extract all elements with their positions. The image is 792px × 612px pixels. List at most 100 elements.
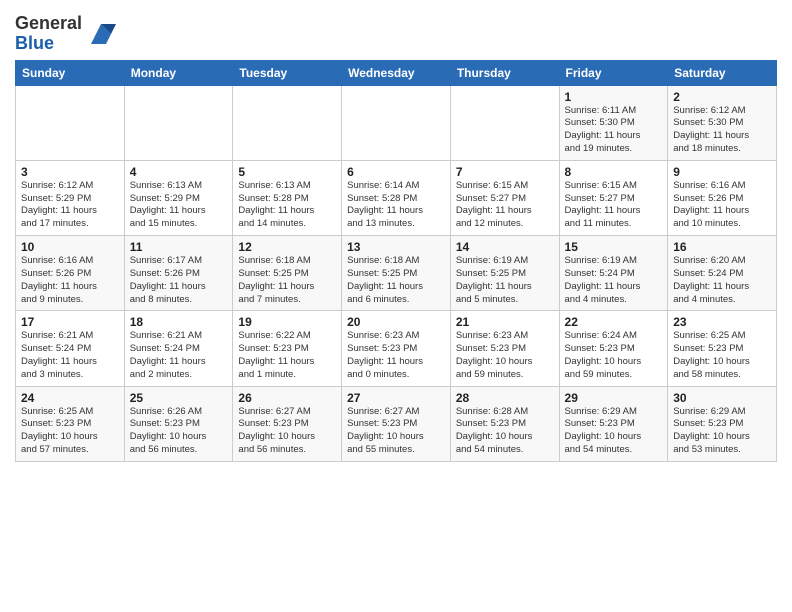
- calendar-cell: 12Sunrise: 6:18 AM Sunset: 5:25 PM Dayli…: [233, 236, 342, 311]
- day-detail: Sunrise: 6:12 AM Sunset: 5:30 PM Dayligh…: [673, 105, 771, 156]
- day-detail: Sunrise: 6:19 AM Sunset: 5:24 PM Dayligh…: [565, 255, 663, 306]
- day-detail: Sunrise: 6:29 AM Sunset: 5:23 PM Dayligh…: [565, 406, 663, 457]
- day-detail: Sunrise: 6:25 AM Sunset: 5:23 PM Dayligh…: [21, 406, 119, 457]
- day-detail: Sunrise: 6:27 AM Sunset: 5:23 PM Dayligh…: [238, 406, 336, 457]
- calendar-cell: 27Sunrise: 6:27 AM Sunset: 5:23 PM Dayli…: [342, 386, 451, 461]
- day-number: 8: [565, 165, 663, 179]
- day-number: 7: [456, 165, 554, 179]
- day-number: 5: [238, 165, 336, 179]
- calendar-cell: 19Sunrise: 6:22 AM Sunset: 5:23 PM Dayli…: [233, 311, 342, 386]
- calendar-table: SundayMondayTuesdayWednesdayThursdayFrid…: [15, 60, 777, 462]
- logo-icon: [86, 19, 116, 49]
- calendar-cell: 8Sunrise: 6:15 AM Sunset: 5:27 PM Daylig…: [559, 160, 668, 235]
- calendar-cell: 21Sunrise: 6:23 AM Sunset: 5:23 PM Dayli…: [450, 311, 559, 386]
- day-number: 26: [238, 391, 336, 405]
- day-detail: Sunrise: 6:21 AM Sunset: 5:24 PM Dayligh…: [130, 330, 228, 381]
- day-number: 24: [21, 391, 119, 405]
- day-number: 30: [673, 391, 771, 405]
- day-number: 19: [238, 315, 336, 329]
- day-detail: Sunrise: 6:15 AM Sunset: 5:27 PM Dayligh…: [565, 180, 663, 231]
- calendar-header: SundayMondayTuesdayWednesdayThursdayFrid…: [16, 60, 777, 85]
- calendar-cell: 6Sunrise: 6:14 AM Sunset: 5:28 PM Daylig…: [342, 160, 451, 235]
- day-detail: Sunrise: 6:13 AM Sunset: 5:29 PM Dayligh…: [130, 180, 228, 231]
- day-detail: Sunrise: 6:27 AM Sunset: 5:23 PM Dayligh…: [347, 406, 445, 457]
- calendar-cell: 24Sunrise: 6:25 AM Sunset: 5:23 PM Dayli…: [16, 386, 125, 461]
- day-detail: Sunrise: 6:23 AM Sunset: 5:23 PM Dayligh…: [456, 330, 554, 381]
- calendar-cell: 28Sunrise: 6:28 AM Sunset: 5:23 PM Dayli…: [450, 386, 559, 461]
- day-detail: Sunrise: 6:12 AM Sunset: 5:29 PM Dayligh…: [21, 180, 119, 231]
- weekday-header: Saturday: [668, 60, 777, 85]
- day-number: 6: [347, 165, 445, 179]
- day-number: 16: [673, 240, 771, 254]
- weekday-header: Wednesday: [342, 60, 451, 85]
- day-number: 4: [130, 165, 228, 179]
- day-number: 1: [565, 90, 663, 104]
- day-detail: Sunrise: 6:17 AM Sunset: 5:26 PM Dayligh…: [130, 255, 228, 306]
- calendar-cell: 26Sunrise: 6:27 AM Sunset: 5:23 PM Dayli…: [233, 386, 342, 461]
- day-detail: Sunrise: 6:18 AM Sunset: 5:25 PM Dayligh…: [347, 255, 445, 306]
- day-detail: Sunrise: 6:22 AM Sunset: 5:23 PM Dayligh…: [238, 330, 336, 381]
- weekday-header: Thursday: [450, 60, 559, 85]
- weekday-row: SundayMondayTuesdayWednesdayThursdayFrid…: [16, 60, 777, 85]
- calendar-cell: 23Sunrise: 6:25 AM Sunset: 5:23 PM Dayli…: [668, 311, 777, 386]
- calendar-cell: 17Sunrise: 6:21 AM Sunset: 5:24 PM Dayli…: [16, 311, 125, 386]
- calendar-cell: 5Sunrise: 6:13 AM Sunset: 5:28 PM Daylig…: [233, 160, 342, 235]
- day-number: 13: [347, 240, 445, 254]
- calendar-cell: 10Sunrise: 6:16 AM Sunset: 5:26 PM Dayli…: [16, 236, 125, 311]
- calendar-cell: 30Sunrise: 6:29 AM Sunset: 5:23 PM Dayli…: [668, 386, 777, 461]
- calendar-cell: [450, 85, 559, 160]
- day-detail: Sunrise: 6:18 AM Sunset: 5:25 PM Dayligh…: [238, 255, 336, 306]
- calendar-week-row: 1Sunrise: 6:11 AM Sunset: 5:30 PM Daylig…: [16, 85, 777, 160]
- day-detail: Sunrise: 6:25 AM Sunset: 5:23 PM Dayligh…: [673, 330, 771, 381]
- day-detail: Sunrise: 6:26 AM Sunset: 5:23 PM Dayligh…: [130, 406, 228, 457]
- day-number: 12: [238, 240, 336, 254]
- day-number: 3: [21, 165, 119, 179]
- day-number: 11: [130, 240, 228, 254]
- day-number: 29: [565, 391, 663, 405]
- calendar-cell: 20Sunrise: 6:23 AM Sunset: 5:23 PM Dayli…: [342, 311, 451, 386]
- day-detail: Sunrise: 6:13 AM Sunset: 5:28 PM Dayligh…: [238, 180, 336, 231]
- calendar-cell: 15Sunrise: 6:19 AM Sunset: 5:24 PM Dayli…: [559, 236, 668, 311]
- day-detail: Sunrise: 6:11 AM Sunset: 5:30 PM Dayligh…: [565, 105, 663, 156]
- calendar-week-row: 24Sunrise: 6:25 AM Sunset: 5:23 PM Dayli…: [16, 386, 777, 461]
- calendar-cell: 18Sunrise: 6:21 AM Sunset: 5:24 PM Dayli…: [124, 311, 233, 386]
- logo-blue: Blue: [15, 34, 82, 54]
- calendar-cell: 25Sunrise: 6:26 AM Sunset: 5:23 PM Dayli…: [124, 386, 233, 461]
- logo: General Blue: [15, 14, 116, 54]
- day-detail: Sunrise: 6:20 AM Sunset: 5:24 PM Dayligh…: [673, 255, 771, 306]
- day-detail: Sunrise: 6:28 AM Sunset: 5:23 PM Dayligh…: [456, 406, 554, 457]
- calendar-cell: 2Sunrise: 6:12 AM Sunset: 5:30 PM Daylig…: [668, 85, 777, 160]
- day-number: 25: [130, 391, 228, 405]
- calendar-cell: 29Sunrise: 6:29 AM Sunset: 5:23 PM Dayli…: [559, 386, 668, 461]
- day-number: 17: [21, 315, 119, 329]
- calendar-cell: 22Sunrise: 6:24 AM Sunset: 5:23 PM Dayli…: [559, 311, 668, 386]
- page-header: General Blue: [15, 10, 777, 54]
- day-number: 22: [565, 315, 663, 329]
- day-detail: Sunrise: 6:15 AM Sunset: 5:27 PM Dayligh…: [456, 180, 554, 231]
- calendar-cell: 13Sunrise: 6:18 AM Sunset: 5:25 PM Dayli…: [342, 236, 451, 311]
- calendar-cell: 7Sunrise: 6:15 AM Sunset: 5:27 PM Daylig…: [450, 160, 559, 235]
- day-detail: Sunrise: 6:16 AM Sunset: 5:26 PM Dayligh…: [21, 255, 119, 306]
- calendar-cell: 14Sunrise: 6:19 AM Sunset: 5:25 PM Dayli…: [450, 236, 559, 311]
- logo-text: General Blue: [15, 14, 82, 54]
- weekday-header: Tuesday: [233, 60, 342, 85]
- calendar-body: 1Sunrise: 6:11 AM Sunset: 5:30 PM Daylig…: [16, 85, 777, 461]
- day-number: 20: [347, 315, 445, 329]
- day-detail: Sunrise: 6:16 AM Sunset: 5:26 PM Dayligh…: [673, 180, 771, 231]
- day-detail: Sunrise: 6:24 AM Sunset: 5:23 PM Dayligh…: [565, 330, 663, 381]
- weekday-header: Sunday: [16, 60, 125, 85]
- day-detail: Sunrise: 6:19 AM Sunset: 5:25 PM Dayligh…: [456, 255, 554, 306]
- calendar-cell: 9Sunrise: 6:16 AM Sunset: 5:26 PM Daylig…: [668, 160, 777, 235]
- weekday-header: Friday: [559, 60, 668, 85]
- day-number: 23: [673, 315, 771, 329]
- logo-general: General: [15, 14, 82, 34]
- calendar-week-row: 10Sunrise: 6:16 AM Sunset: 5:26 PM Dayli…: [16, 236, 777, 311]
- calendar-cell: 3Sunrise: 6:12 AM Sunset: 5:29 PM Daylig…: [16, 160, 125, 235]
- day-number: 15: [565, 240, 663, 254]
- calendar-cell: [16, 85, 125, 160]
- day-number: 18: [130, 315, 228, 329]
- day-number: 28: [456, 391, 554, 405]
- calendar-cell: 16Sunrise: 6:20 AM Sunset: 5:24 PM Dayli…: [668, 236, 777, 311]
- calendar-week-row: 17 Sunrise: 6:21 AM Sunset: 5:24 PM Dayli…: [16, 311, 777, 386]
- weekday-header: Monday: [124, 60, 233, 85]
